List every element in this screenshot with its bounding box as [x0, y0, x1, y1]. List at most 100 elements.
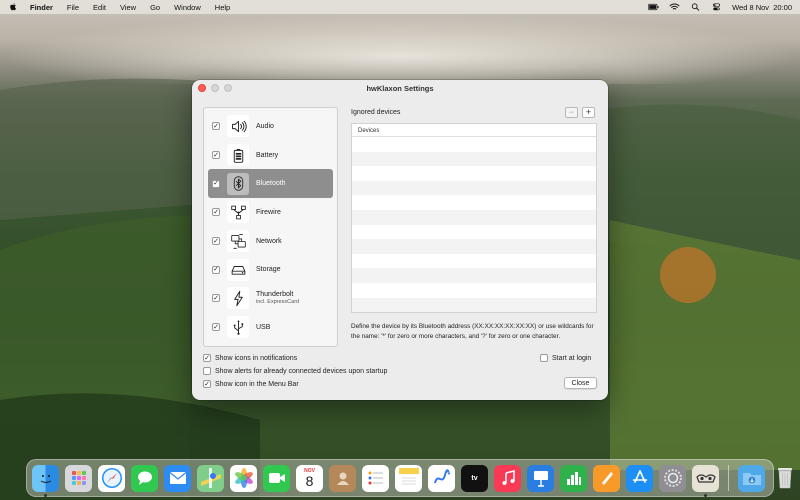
show-menubar-icon-option[interactable]: ✓ Show icon in the Menu Bar — [203, 380, 299, 388]
table-row — [352, 195, 596, 210]
control-center-icon[interactable] — [711, 3, 722, 11]
show-alerts-checkbox[interactable] — [203, 367, 211, 375]
calendar-day: 8 — [305, 472, 314, 489]
start-at-login-checkbox[interactable] — [540, 354, 548, 362]
table-row — [352, 268, 596, 283]
menu-bar: Finder File Edit View Go Window Help Wed… — [0, 0, 800, 14]
firewire-checkbox[interactable]: ✓ — [212, 208, 220, 217]
maps-icon[interactable] — [197, 464, 224, 492]
window-titlebar[interactable]: hwKlaxon Settings — [192, 80, 608, 96]
menu-file[interactable]: File — [67, 3, 79, 12]
table-row — [352, 209, 596, 225]
device-row-storage[interactable]: ✓ Storage — [208, 255, 333, 284]
numbers-icon[interactable] — [560, 464, 587, 492]
device-row-network[interactable]: ✓ Network — [208, 227, 333, 256]
ignored-devices-title: Ignored devices — [351, 109, 401, 116]
device-label: Battery — [256, 151, 279, 159]
reminders-icon[interactable] — [362, 464, 389, 492]
wifi-icon[interactable] — [669, 3, 680, 11]
menu-finder[interactable]: Finder — [30, 3, 53, 12]
window-title: hwKlaxon Settings — [366, 83, 434, 93]
device-row-usb[interactable]: ✓ USB — [208, 313, 333, 342]
storage-checkbox[interactable]: ✓ — [212, 265, 220, 274]
device-label: Thunderbolt — [256, 291, 294, 299]
pages-icon[interactable] — [593, 464, 620, 492]
firewire-icon — [227, 201, 249, 224]
network-checkbox[interactable]: ✓ — [212, 237, 220, 246]
freeform-icon[interactable] — [428, 464, 455, 492]
window-minimize-button[interactable] — [211, 84, 219, 92]
device-label: Firewire — [256, 208, 281, 216]
start-at-login-option[interactable]: Start at login — [540, 354, 591, 362]
device-label: Bluetooth — [256, 180, 286, 188]
show-alerts-option[interactable]: Show alerts for already connected device… — [203, 367, 387, 375]
menu-help[interactable]: Help — [215, 3, 230, 12]
usb-icon — [227, 316, 249, 339]
device-row-thunderbolt[interactable]: ✓ Thunderbolt incl. ExpressCard — [208, 284, 333, 313]
running-indicator — [704, 493, 707, 497]
show-menubar-icon-checkbox[interactable]: ✓ — [203, 380, 211, 388]
mail-icon[interactable] — [164, 464, 191, 492]
window-controls — [198, 84, 232, 92]
contacts-icon[interactable] — [329, 464, 356, 492]
launchpad-icon[interactable] — [65, 464, 92, 492]
running-indicator — [44, 493, 47, 497]
keynote-icon[interactable] — [527, 464, 554, 492]
system-settings-icon[interactable] — [659, 464, 686, 492]
bluetooth-checkbox[interactable]: ✓ — [212, 179, 220, 188]
battery-status-icon[interactable] — [648, 3, 659, 11]
battery-checkbox[interactable]: ✓ — [212, 151, 220, 160]
spotlight-search-icon[interactable] — [690, 3, 701, 11]
remove-device-button[interactable]: − — [565, 107, 578, 118]
dock: NOV 8 tv — [26, 459, 792, 497]
apple-tv-label: tv — [471, 474, 478, 482]
table-row — [352, 283, 596, 298]
menubar-clock[interactable]: Wed 8 Nov 20:00 — [732, 3, 792, 12]
device-row-bluetooth[interactable]: ✓ Bluetooth — [208, 169, 333, 199]
devices-column-header[interactable]: Devices — [352, 124, 596, 137]
audio-checkbox[interactable]: ✓ — [212, 122, 220, 131]
device-row-firewire[interactable]: ✓ Firewire — [208, 198, 333, 227]
device-sublabel: incl. ExpressCard — [256, 299, 300, 306]
window-close-button[interactable] — [198, 84, 206, 92]
close-button[interactable]: Close — [564, 377, 597, 389]
window-zoom-button[interactable] — [224, 84, 232, 92]
wallpaper-clouds — [0, 14, 800, 84]
messages-icon[interactable] — [131, 464, 158, 492]
bluetooth-icon — [227, 172, 249, 195]
menu-go[interactable]: Go — [150, 3, 160, 12]
show-icons-checkbox[interactable]: ✓ — [203, 354, 211, 362]
menu-edit[interactable]: Edit — [93, 3, 106, 12]
app-store-icon[interactable] — [626, 464, 653, 492]
trash-icon[interactable] — [771, 465, 798, 492]
device-row-battery[interactable]: ✓ Battery — [208, 141, 333, 170]
add-device-button[interactable]: + — [582, 107, 595, 118]
calendar-icon[interactable]: NOV 8 — [296, 464, 323, 492]
ignored-devices-table[interactable]: Devices — [351, 123, 597, 313]
apple-logo-icon[interactable] — [8, 2, 18, 12]
menu-view[interactable]: View — [120, 3, 136, 12]
photos-icon[interactable] — [230, 464, 257, 492]
table-row — [352, 254, 596, 269]
usb-checkbox[interactable]: ✓ — [212, 323, 220, 332]
settings-window: hwKlaxon Settings ✓ Audio ✓ Battery ✓ Bl… — [192, 80, 608, 400]
network-icon — [227, 230, 249, 253]
music-icon[interactable] — [494, 464, 521, 492]
finder-icon[interactable] — [32, 464, 59, 497]
hwklaxon-app-icon[interactable] — [692, 464, 719, 497]
device-label: Audio — [256, 122, 274, 130]
notes-icon[interactable] — [395, 464, 422, 492]
table-row — [352, 297, 596, 313]
apple-tv-icon[interactable]: tv — [461, 464, 488, 492]
safari-icon[interactable] — [98, 464, 125, 492]
device-row-audio[interactable]: ✓ Audio — [208, 112, 333, 141]
battery-icon — [227, 144, 249, 167]
thunderbolt-checkbox[interactable]: ✓ — [212, 294, 220, 303]
show-icons-option[interactable]: ✓ Show icons in notifications — [203, 354, 297, 362]
table-row — [352, 239, 596, 254]
downloads-folder-icon[interactable] — [738, 464, 765, 492]
facetime-icon[interactable] — [263, 464, 290, 492]
table-row — [352, 137, 596, 152]
show-icons-label: Show icons in notifications — [215, 354, 298, 362]
menu-window[interactable]: Window — [174, 3, 201, 12]
